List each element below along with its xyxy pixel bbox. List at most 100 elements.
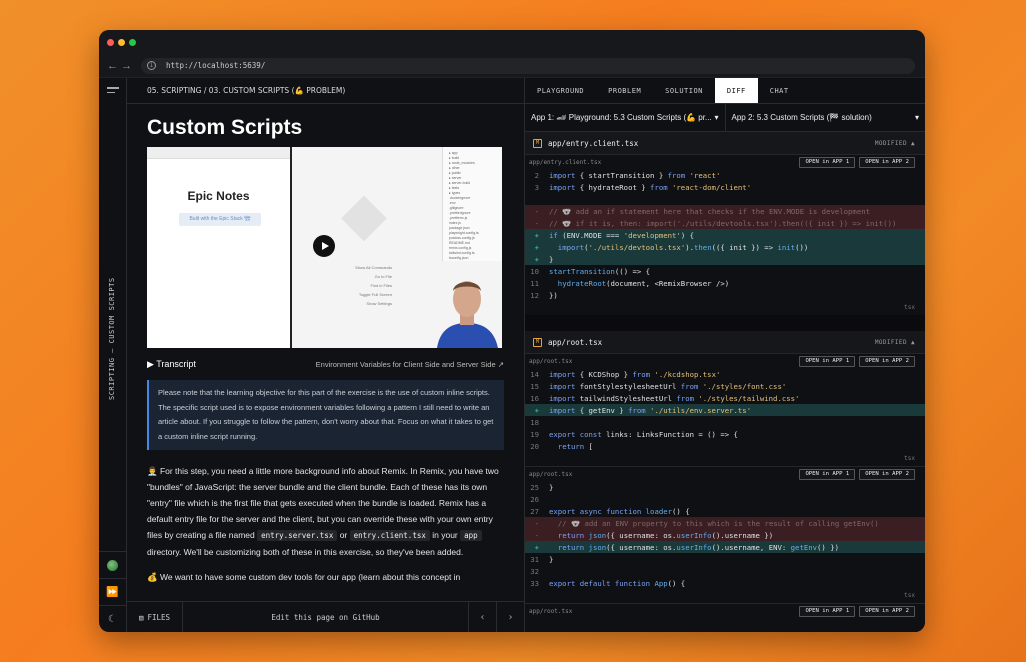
transcript-toggle[interactable]: ▶ Transcript: [147, 359, 196, 370]
code-line: 19 export const links: LinksFunction = ()…: [530, 429, 738, 439]
instructions-content: Custom Scripts Epic Notes Built with the…: [127, 104, 524, 601]
env-variables-link[interactable]: Environment Variables for Client Side an…: [316, 360, 504, 369]
forward-icon[interactable]: →: [121, 60, 135, 72]
open-in-app1-button[interactable]: OPEN in APP 1: [799, 468, 856, 480]
video-player[interactable]: Epic Notes Built with the Epic Stack 🏗 ◆…: [147, 147, 502, 348]
prev-button[interactable]: ‹: [468, 602, 496, 632]
open-in-app1-button[interactable]: OPEN in APP 1: [799, 605, 856, 617]
modified-status: MODIFIED ▲: [874, 338, 915, 346]
open-in-app1-button[interactable]: OPEN in APP 1: [799, 355, 856, 367]
file-name: app/root.tsx: [548, 337, 603, 347]
edit-on-github-link[interactable]: Edit this page on GitHub: [183, 613, 468, 622]
code-line: 15 import fontStylestylesheetUrl from './…: [530, 381, 787, 391]
file-header[interactable]: M app/root.tsx MODIFIED ▲: [525, 331, 925, 354]
diff-panel: PLAYGROUND PROBLEM SOLUTION DIFF CHAT Ap…: [525, 78, 925, 632]
menu-icon[interactable]: [106, 87, 119, 96]
app2-select[interactable]: App 2: 5.3 Custom Scripts (🏁 solution) ▾: [726, 104, 926, 131]
tab-chat[interactable]: CHAT: [758, 78, 801, 103]
language-label: tsx: [904, 304, 915, 311]
page-title: Custom Scripts: [147, 116, 303, 139]
maximize-window-button[interactable]: [129, 38, 136, 46]
code-line: 26: [530, 494, 539, 504]
file-path: app/root.tsx: [529, 470, 573, 478]
inline-code: app: [460, 530, 482, 541]
diff-block: app/entry.client.tsx OPEN in APP 1 OPEN i…: [525, 155, 925, 315]
title-bar: [99, 30, 925, 54]
file-modified-icon: M: [533, 138, 542, 148]
url-bar[interactable]: i http://localhost:5639/: [141, 57, 915, 74]
paragraph: 👨‍💼 For this step, you need a little mor…: [147, 466, 499, 557]
avatar[interactable]: [99, 551, 127, 578]
app-selectors: App 1: 🏎 Playground: 5.3 Custom Scripts …: [525, 104, 925, 132]
file-icon: ▤: [138, 612, 144, 622]
tab-solution[interactable]: SOLUTION: [653, 78, 715, 103]
browser-navbar: ← → i http://localhost:5639/: [99, 54, 925, 78]
code-line: 27 export async function loader() {: [530, 506, 690, 516]
video-app-preview: Epic Notes Built with the Epic Stack 🏗: [147, 147, 292, 348]
close-window-button[interactable]: [107, 38, 114, 46]
code-line: 2 import { startTransition } from 'react': [534, 170, 721, 180]
vscode-logo-icon: ◆: [340, 180, 388, 247]
vertical-section-label: SCRIPTING — CUSTOM SCRIPTS: [108, 277, 116, 401]
double-chevron-right-icon[interactable]: ⏩: [99, 578, 127, 605]
open-in-app2-button[interactable]: OPEN in APP 2: [859, 468, 915, 480]
added-line: + return json({ username: os. userInfo ().…: [525, 541, 925, 553]
added-line: +}: [525, 253, 925, 265]
file-header[interactable]: M app/entry.client.tsx MODIFIED ▲: [525, 132, 925, 155]
deleted-line: -// 🐨 if it is, then: import('./utils/de…: [525, 217, 925, 229]
deleted-line: - return json({ username: os. userInfo ().…: [525, 529, 925, 541]
diff-block: app/root.tsx OPEN in APP 1 OPEN in APP 2: [525, 603, 925, 618]
chevron-down-icon: ▾: [914, 113, 919, 122]
file-path: app/root.tsx: [529, 607, 573, 615]
code-line: 12}): [530, 290, 558, 300]
play-button[interactable]: [313, 235, 335, 257]
code-line: 11 hydrateRoot (document, <RemixBrowser /…: [530, 278, 730, 288]
paragraph: 💰 We want to have some custom dev tools …: [147, 572, 461, 582]
code-line: 32: [530, 566, 539, 576]
inline-code: entry.server.tsx: [257, 530, 338, 541]
language-label: tsx: [904, 592, 915, 599]
code-line: 25}: [530, 482, 554, 492]
open-in-app2-button[interactable]: OPEN in APP 2: [859, 156, 915, 168]
tab-problem[interactable]: PROBLEM: [596, 78, 653, 103]
callout-note: Please note that the learning objective …: [147, 380, 504, 450]
built-with-badge: Built with the Epic Stack 🏗: [179, 213, 261, 226]
open-in-app1-button[interactable]: OPEN in APP 1: [799, 156, 856, 168]
diff-block: app/root.tsx OPEN in APP 1 OPEN in APP 2 …: [525, 466, 925, 603]
left-rail: SCRIPTING — CUSTOM SCRIPTS ⏩ ☾: [99, 78, 127, 632]
code-line: 10 startTransition(() => {: [530, 266, 651, 276]
moon-icon[interactable]: ☾: [99, 605, 127, 632]
open-in-app2-button[interactable]: OPEN in APP 2: [859, 605, 915, 617]
file-path: app/root.tsx: [529, 357, 573, 365]
tab-playground[interactable]: PLAYGROUND: [525, 78, 596, 103]
file-path: app/entry.client.tsx: [529, 158, 602, 166]
chevron-down-icon: ▾: [714, 113, 719, 122]
breadcrumb[interactable]: 05. SCRIPTING / 03. CUSTOM SCRIPTS (💪 PR…: [127, 78, 524, 104]
inline-code: entry.client.tsx: [349, 530, 430, 541]
language-label: tsx: [904, 455, 915, 462]
app1-select[interactable]: App 1: 🏎 Playground: 5.3 Custom Scripts …: [525, 104, 726, 131]
file-name: app/entry.client.tsx: [548, 138, 639, 148]
diff-block: app/root.tsx OPEN in APP 1 OPEN in APP 2 …: [525, 354, 925, 466]
code-line: 3 import { hydrateRoot } from 'react-dom/…: [534, 182, 752, 192]
files-button[interactable]: ▤ FILES: [127, 602, 183, 632]
instructor-image: [432, 261, 502, 348]
file-modified-icon: M: [533, 337, 542, 347]
app-window: ← → i http://localhost:5639/ SCRIPTING —…: [99, 30, 925, 632]
minimize-window-button[interactable]: [118, 38, 125, 46]
epic-notes-heading: Epic Notes: [187, 189, 250, 203]
footer-bar: ▤ FILES Edit this page on GitHub ‹ ›: [127, 601, 524, 632]
deleted-line: - // 🐨 add an ENV property to this which…: [525, 517, 925, 529]
next-button[interactable]: ›: [496, 602, 524, 632]
code-line: 14 import { KCDShop } from './kcdshop.tsx…: [530, 369, 721, 379]
tab-diff[interactable]: DIFF: [714, 78, 758, 103]
code-line: 33 export default function App() {: [530, 578, 686, 588]
open-in-app2-button[interactable]: OPEN in APP 2: [859, 355, 915, 367]
editor-commands: Show All Commands Go to File Find in Fil…: [355, 265, 392, 306]
back-icon[interactable]: ←: [107, 60, 121, 72]
code-line: 16 import tailwindStylesheetUrl from './s…: [530, 393, 800, 403]
code-line: 20 return [: [530, 441, 593, 451]
info-icon: i: [147, 61, 156, 70]
added-line: + import('./utils/devtools.tsx'). then(({…: [525, 241, 925, 253]
